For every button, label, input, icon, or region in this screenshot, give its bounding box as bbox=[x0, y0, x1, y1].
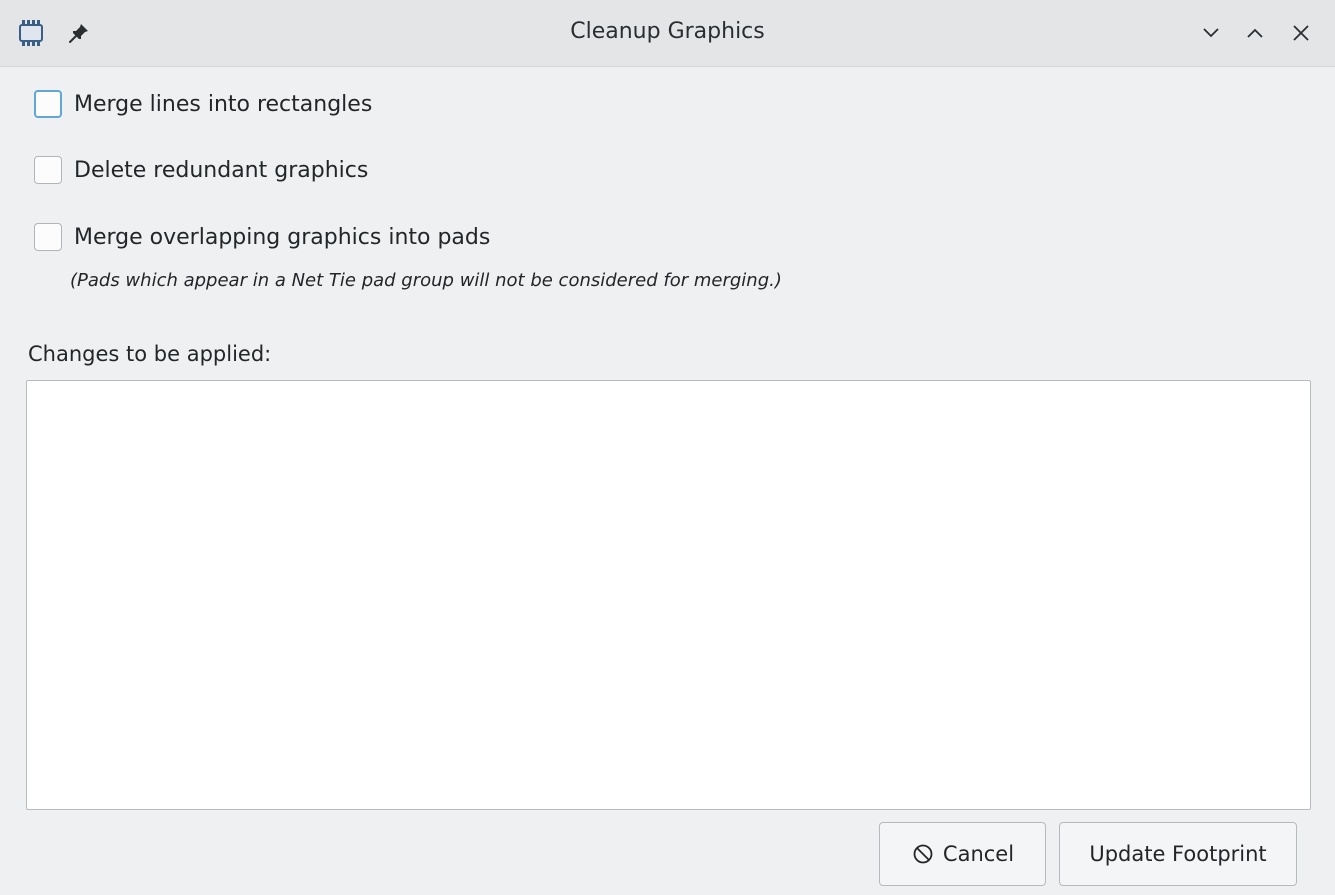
cancel-button[interactable]: Cancel bbox=[879, 822, 1046, 886]
chevron-up-icon bbox=[1247, 28, 1263, 38]
option-merge-lines[interactable]: Merge lines into rectangles bbox=[34, 88, 372, 120]
net-tie-note: (Pads which appear in a Net Tie pad grou… bbox=[70, 270, 782, 291]
close-icon bbox=[1293, 25, 1309, 41]
delete-redundant-checkbox[interactable] bbox=[34, 156, 62, 184]
minimize-button[interactable] bbox=[1196, 18, 1226, 48]
merge-overlapping-checkbox[interactable] bbox=[34, 223, 62, 251]
cancel-circle-icon bbox=[913, 844, 933, 864]
chevron-down-icon bbox=[1203, 28, 1219, 38]
update-footprint-label: Update Footprint bbox=[1089, 842, 1267, 866]
merge-overlapping-label[interactable]: Merge overlapping graphics into pads bbox=[74, 225, 490, 250]
changes-list[interactable] bbox=[26, 380, 1311, 810]
cleanup-graphics-dialog: Cleanup Graphics Merge lines into rectan… bbox=[0, 0, 1335, 895]
maximize-button[interactable] bbox=[1240, 18, 1270, 48]
delete-redundant-label[interactable]: Delete redundant graphics bbox=[74, 158, 368, 183]
option-merge-overlapping[interactable]: Merge overlapping graphics into pads bbox=[34, 221, 490, 253]
window-title: Cleanup Graphics bbox=[570, 19, 765, 44]
merge-lines-checkbox[interactable] bbox=[34, 90, 62, 118]
merge-lines-label[interactable]: Merge lines into rectangles bbox=[74, 92, 372, 117]
update-footprint-button[interactable]: Update Footprint bbox=[1059, 822, 1297, 886]
option-delete-redundant[interactable]: Delete redundant graphics bbox=[34, 154, 368, 186]
close-button[interactable] bbox=[1286, 18, 1316, 48]
cancel-label: Cancel bbox=[942, 842, 1015, 866]
title-bar[interactable]: Cleanup Graphics bbox=[0, 0, 1335, 67]
changes-label: Changes to be applied: bbox=[28, 342, 272, 366]
